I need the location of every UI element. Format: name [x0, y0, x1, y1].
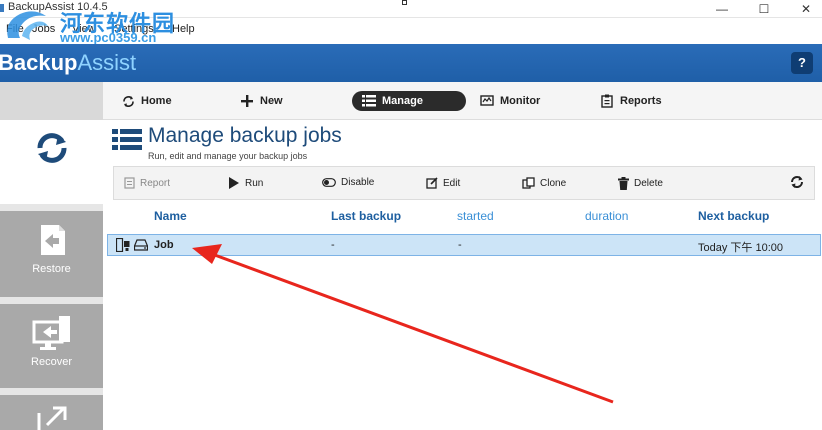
nav-home-label: Home	[141, 95, 172, 107]
main-nav: Home New Manage Monitor Reports	[103, 82, 822, 120]
monitor-icon	[480, 94, 494, 108]
computer-icon	[116, 238, 130, 252]
sidebar-item-label: Recover	[31, 356, 72, 368]
column-header-next-backup[interactable]: Next backup	[698, 209, 769, 223]
trash-icon	[618, 177, 629, 190]
column-header-name[interactable]: Name	[154, 209, 187, 223]
manage-list-icon	[112, 129, 142, 150]
job-name: Job	[154, 239, 174, 251]
maximize-button[interactable]: ☐	[744, 0, 784, 18]
clone-label: Clone	[540, 177, 567, 189]
disable-label: Disable	[341, 177, 375, 188]
list-icon	[362, 94, 376, 108]
help-button[interactable]: ?	[791, 52, 813, 74]
sidebar-top	[0, 82, 103, 120]
delete-label: Delete	[634, 178, 663, 189]
sidebar-item-restore[interactable]: Restore	[0, 211, 103, 297]
nav-reports[interactable]: Reports	[600, 91, 662, 111]
nav-manage-label: Manage	[382, 95, 423, 107]
refresh-icon	[791, 176, 803, 188]
app-window: BackupAssist 10.4.5 — ☐ ✕ File Jobs View…	[0, 0, 822, 430]
disable-button[interactable]: Disable	[322, 177, 374, 188]
cursor-icon	[402, 0, 407, 5]
report-icon	[124, 177, 135, 189]
jobs-toolbar: Report Run Disable Edit Clone Delete	[113, 166, 815, 200]
brand-part-2: Assist	[77, 50, 137, 75]
table-row[interactable]: Job - - Today 下午 10:00	[107, 234, 821, 256]
job-next-backup: Today 下午 10:00	[698, 242, 783, 254]
nav-reports-label: Reports	[620, 95, 662, 107]
plus-icon	[240, 94, 254, 108]
run-button[interactable]: Run	[228, 177, 263, 189]
report-button[interactable]: Report	[124, 177, 170, 189]
clipboard-icon	[600, 94, 614, 108]
sidebar-item-export[interactable]	[0, 395, 103, 430]
nav-monitor-label: Monitor	[500, 95, 541, 107]
toggle-icon	[322, 178, 336, 187]
clone-button[interactable]: Clone	[522, 177, 566, 189]
run-label: Run	[245, 177, 264, 189]
export-icon	[37, 406, 66, 430]
brand-logo: BackupAssist	[0, 50, 136, 76]
edit-icon	[426, 177, 438, 189]
nav-new[interactable]: New	[240, 91, 283, 111]
play-icon	[229, 177, 239, 189]
nav-new-label: New	[260, 95, 283, 107]
job-started: -	[458, 239, 462, 251]
restore-icon	[40, 225, 65, 255]
edit-button[interactable]: Edit	[426, 177, 460, 189]
job-last-backup: -	[331, 239, 335, 251]
page-subtitle: Run, edit and manage your backup jobs	[148, 151, 308, 161]
report-label: Report	[140, 177, 171, 189]
recover-icon	[32, 316, 70, 350]
clone-icon	[522, 177, 535, 189]
drive-icon	[134, 239, 148, 251]
nav-monitor[interactable]: Monitor	[480, 91, 540, 111]
nav-manage[interactable]: Manage	[352, 91, 466, 111]
sidebar-item-backup[interactable]: Backup	[0, 120, 103, 204]
sidebar: Backup Restore Recover	[0, 82, 103, 430]
nav-home[interactable]: Home	[121, 91, 172, 111]
column-header-started[interactable]: started	[457, 209, 494, 223]
watermark-url: www.pc0359.cn	[60, 30, 157, 45]
sidebar-item-label: Backup	[31, 168, 72, 180]
sidebar-item-label: Restore	[32, 263, 71, 275]
edit-label: Edit	[443, 177, 461, 189]
delete-button[interactable]: Delete	[618, 177, 663, 190]
backup-sync-icon	[37, 133, 66, 163]
minimize-button[interactable]: —	[702, 0, 742, 18]
page-title: Manage backup jobs	[148, 124, 342, 147]
column-header-last-backup[interactable]: Last backup	[331, 209, 401, 223]
refresh-home-icon	[121, 94, 135, 108]
watermark-logo-icon	[7, 11, 48, 40]
app-header: BackupAssist ?	[0, 44, 822, 82]
brand-part-1: Backup	[0, 50, 78, 75]
close-button[interactable]: ✕	[786, 0, 822, 18]
column-header-duration[interactable]: duration	[585, 209, 628, 223]
sidebar-item-recover[interactable]: Recover	[0, 304, 103, 388]
refresh-button[interactable]	[790, 175, 804, 189]
menu-help[interactable]: Help	[172, 23, 195, 35]
